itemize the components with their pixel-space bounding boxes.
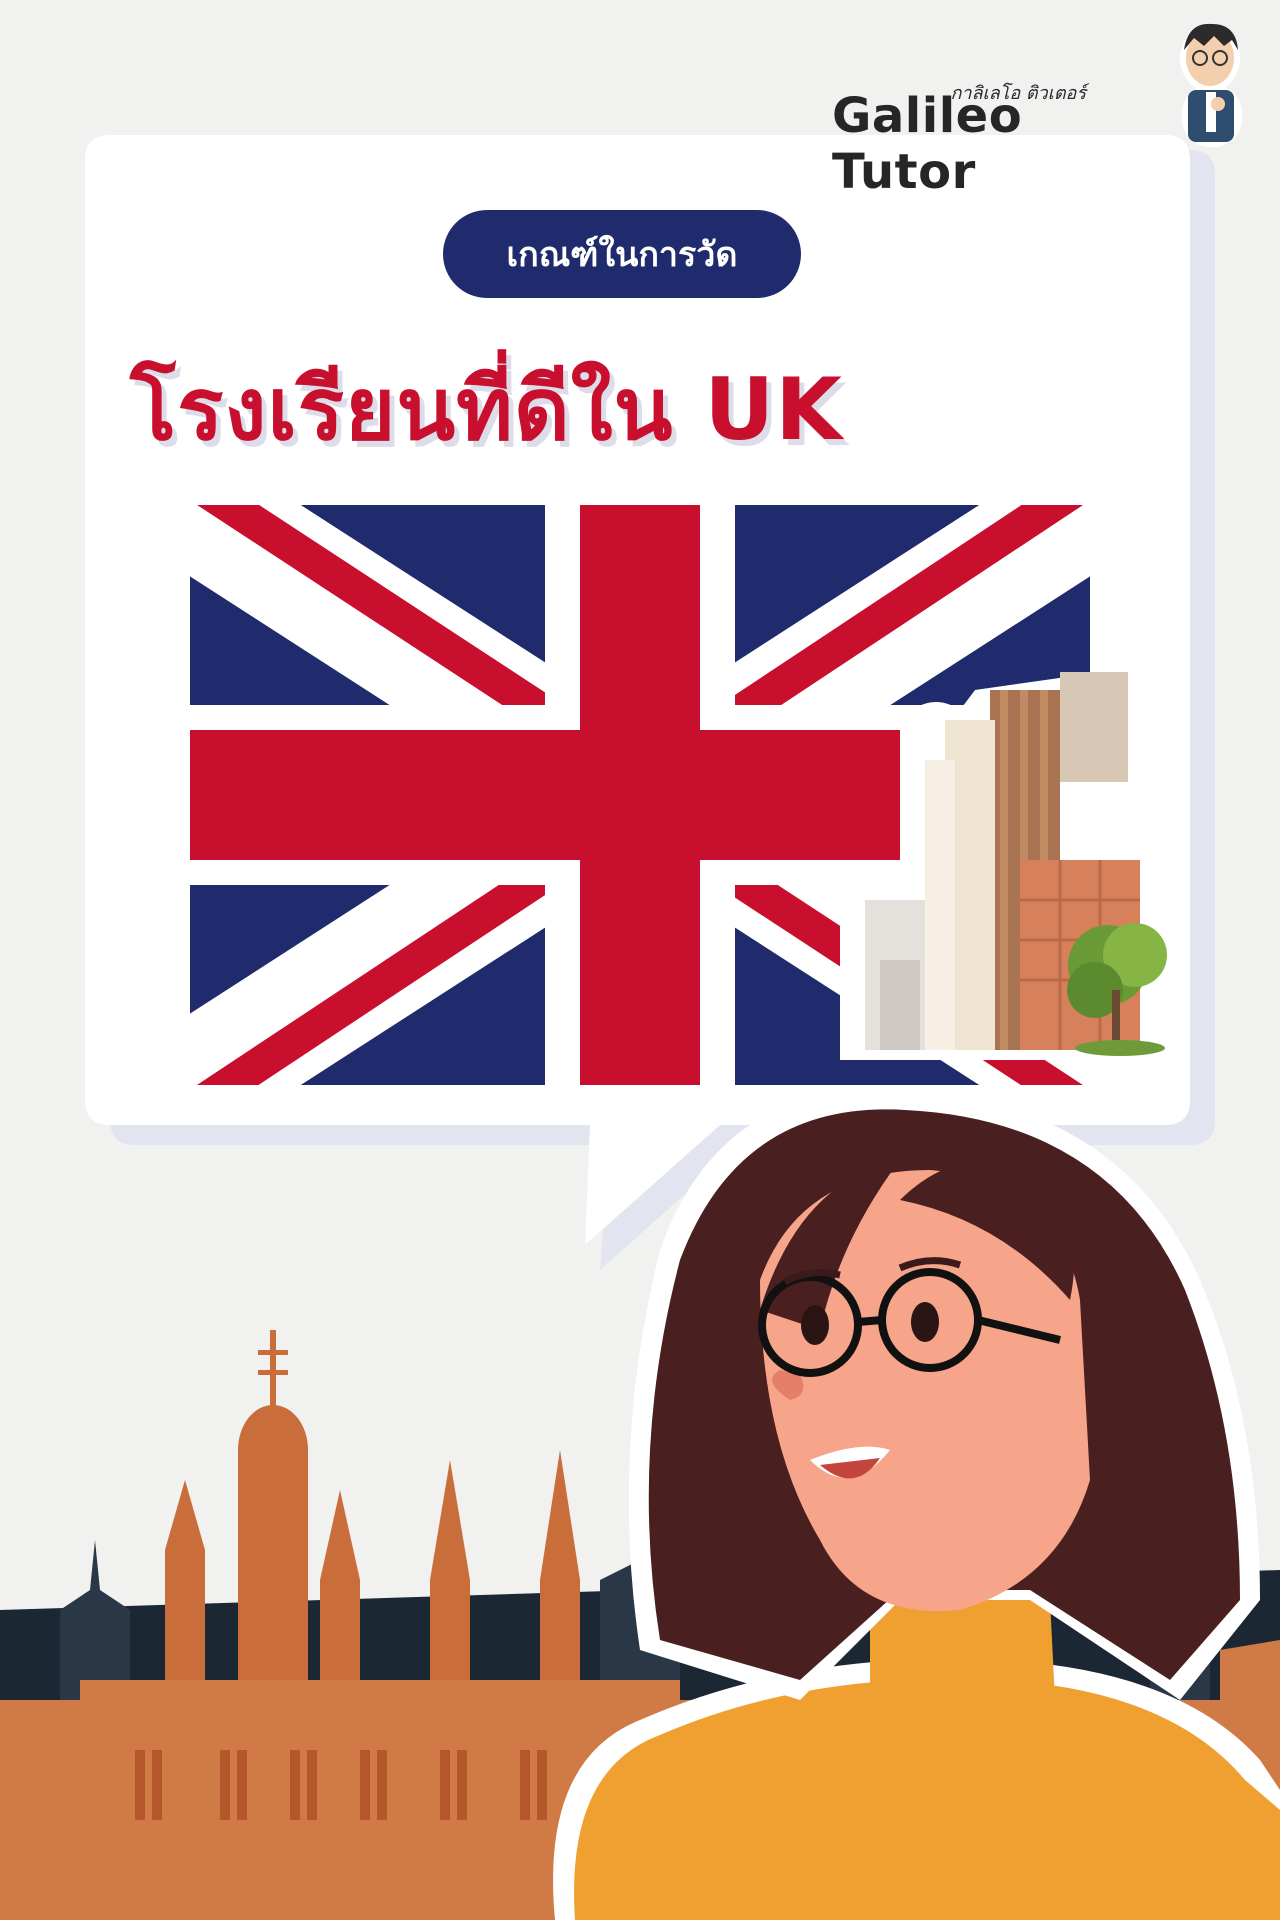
brand-logo: กาลิเลโอ ติวเตอร์ Galileo Tutor bbox=[832, 78, 1172, 200]
poster: กาลิเลโอ ติวเตอร์ Galileo Tutor เกณฑ์ในก… bbox=[0, 0, 1280, 1920]
page-title: โรงเรียนที่ดีใน UK bbox=[130, 360, 843, 460]
subtitle-pill: เกณฑ์ในการวัด bbox=[443, 210, 801, 298]
tutor-mascot bbox=[1180, 23, 1242, 147]
brand-name: Galileo Tutor bbox=[832, 88, 1023, 200]
